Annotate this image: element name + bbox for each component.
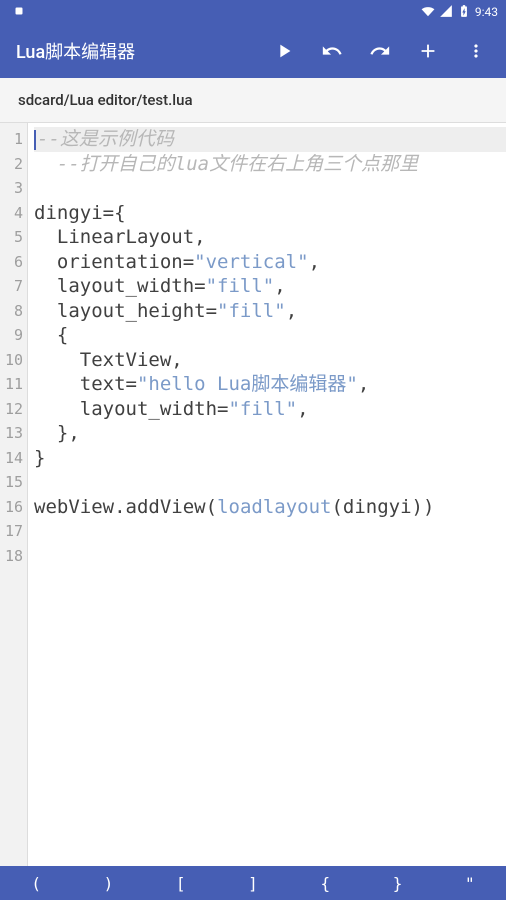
line-number: 18 [0, 544, 23, 569]
file-path-bar[interactable]: sdcard/Lua editor/test.lua [0, 78, 506, 123]
line-number: 7 [0, 274, 23, 299]
line-number: 14 [0, 446, 23, 471]
status-left-icon [8, 4, 26, 21]
code-line[interactable]: { [34, 323, 506, 348]
line-number: 17 [0, 519, 23, 544]
redo-icon [369, 40, 391, 62]
undo-icon [321, 40, 343, 62]
line-number: 12 [0, 397, 23, 422]
code-line[interactable]: TextView, [34, 348, 506, 373]
code-line[interactable]: orientation="vertical", [34, 250, 506, 275]
code-line[interactable] [34, 519, 506, 544]
dots-vertical-icon [466, 40, 486, 62]
code-line[interactable]: }, [34, 421, 506, 446]
cell-signal-icon [439, 4, 453, 21]
line-number: 9 [0, 323, 23, 348]
symbol-key[interactable]: ) [72, 866, 144, 900]
line-number: 2 [0, 152, 23, 177]
symbol-key[interactable]: ] [217, 866, 289, 900]
line-number: 8 [0, 299, 23, 324]
code-text-area[interactable]: --这是示例代码 --打开自己的lua文件在右上角三个点那里 dingyi={ … [28, 123, 506, 866]
plus-icon [417, 40, 439, 62]
code-editor[interactable]: 123456789101112131415161718 --这是示例代码 --打… [0, 123, 506, 866]
wifi-icon [421, 4, 435, 21]
symbol-key[interactable]: { [289, 866, 361, 900]
line-number: 5 [0, 225, 23, 250]
line-number: 4 [0, 201, 23, 226]
play-icon [273, 40, 295, 62]
line-number-gutter: 123456789101112131415161718 [0, 123, 28, 866]
code-line[interactable]: } [34, 446, 506, 471]
line-number: 13 [0, 421, 23, 446]
code-line[interactable]: layout_width="fill", [34, 397, 506, 422]
line-number: 1 [0, 127, 23, 152]
app-title: Lua脚本编辑器 [16, 38, 262, 64]
line-number: 16 [0, 495, 23, 520]
code-line[interactable]: --这是示例代码 [34, 127, 506, 152]
code-line[interactable]: layout_height="fill", [34, 299, 506, 324]
code-line[interactable]: dingyi={ [34, 201, 506, 226]
symbol-key[interactable]: " [434, 866, 506, 900]
symbol-key[interactable]: [ [145, 866, 217, 900]
code-line[interactable]: LinearLayout, [34, 225, 506, 250]
line-number: 3 [0, 176, 23, 201]
code-line[interactable]: layout_width="fill", [34, 274, 506, 299]
symbol-key[interactable]: } [361, 866, 433, 900]
redo-button[interactable] [358, 29, 402, 73]
battery-icon [457, 4, 471, 21]
code-line[interactable]: --打开自己的lua文件在右上角三个点那里 [34, 152, 506, 177]
code-line[interactable]: webView.addView(loadlayout(dingyi)) [34, 495, 506, 520]
line-number: 15 [0, 470, 23, 495]
status-time: 9:43 [475, 5, 498, 19]
run-button[interactable] [262, 29, 306, 73]
app-toolbar: Lua脚本编辑器 [0, 24, 506, 78]
undo-button[interactable] [310, 29, 354, 73]
line-number: 11 [0, 372, 23, 397]
symbol-key[interactable]: ( [0, 866, 72, 900]
code-line[interactable] [34, 176, 506, 201]
code-line[interactable] [34, 544, 506, 569]
symbol-bar: ()[]{}" [0, 866, 506, 900]
code-line[interactable]: text="hello Lua脚本编辑器", [34, 372, 506, 397]
line-number: 10 [0, 348, 23, 373]
line-number: 6 [0, 250, 23, 275]
status-bar: 9:43 [0, 0, 506, 24]
add-button[interactable] [406, 29, 450, 73]
code-line[interactable] [34, 470, 506, 495]
file-path-text: sdcard/Lua editor/test.lua [18, 91, 193, 109]
overflow-menu-button[interactable] [454, 29, 498, 73]
